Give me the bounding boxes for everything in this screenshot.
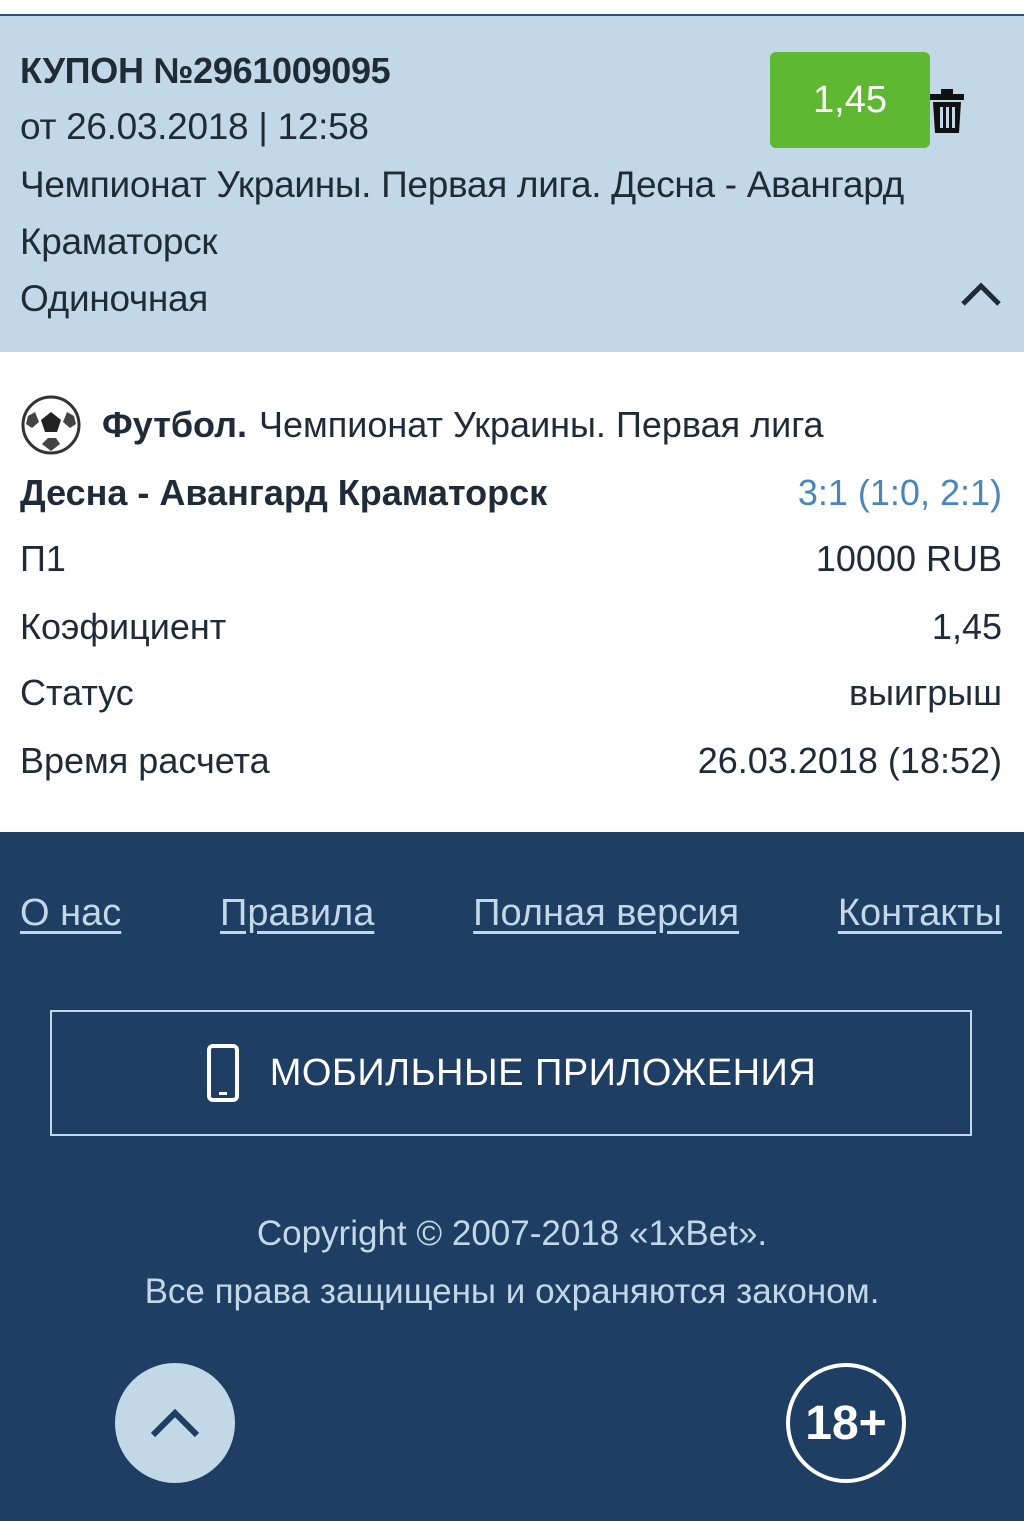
detail-label: Статус — [20, 672, 134, 713]
footer-link-full-version[interactable]: Полная версия — [473, 892, 739, 935]
football-icon — [21, 395, 81, 455]
detail-row-coefficient: Коэфициент 1,45 — [20, 606, 1002, 648]
footer-link-contacts[interactable]: Контакты — [838, 892, 1002, 935]
detail-label: Время расчета — [20, 740, 270, 781]
mobile-apps-button[interactable]: МОБИЛЬНЫЕ ПРИЛОЖЕНИЯ — [50, 1010, 972, 1136]
trash-icon[interactable] — [928, 88, 966, 134]
footer-link-rules[interactable]: Правила — [220, 892, 374, 935]
coefficient-badge: 1,45 — [770, 52, 930, 148]
coupon-event-line1: Чемпионат Украины. Первая лига. Десна - … — [20, 164, 904, 205]
chevron-up-icon — [150, 1408, 200, 1438]
scroll-top-button[interactable] — [115, 1363, 235, 1483]
footer-links: О нас Правила Полная версия Контакты — [20, 892, 1002, 935]
copyright-line2: Все права защищены и охраняются законом. — [144, 1272, 880, 1311]
detail-value: 1,45 — [931, 606, 1002, 647]
match-name: Десна - Авангард Краматорск — [20, 472, 548, 513]
coupon-header[interactable]: КУПОН №2961009095 от 26.03.2018 | 12:58 … — [0, 14, 1024, 352]
detail-row-stake: П1 10000 RUB — [20, 538, 1002, 580]
coupon-event-line2: Краматорск — [20, 221, 218, 262]
detail-value: выигрыш — [848, 672, 1002, 713]
mobile-apps-label: МОБИЛЬНЫЕ ПРИЛОЖЕНИЯ — [269, 1051, 817, 1094]
detail-row-status: Статус выигрыш — [20, 672, 1002, 714]
match-score: 3:1 (1:0, 2:1) — [797, 472, 1002, 513]
copyright-line1: Copyright © 2007-2018 «1xBet». — [256, 1214, 768, 1253]
coupon-type: Одиночная — [20, 278, 209, 319]
detail-value: 26.03.2018 (18:52) — [697, 740, 1002, 781]
sport-row: Футбол. Чемпионат Украины. Первая лига — [20, 394, 1002, 456]
match-row: Десна - Авангард Краматорск 3:1 (1:0, 2:… — [20, 472, 1002, 514]
coupon-title: КУПОН №2961009095 — [20, 50, 391, 91]
chevron-up-icon[interactable] — [958, 276, 1004, 310]
league-name: Чемпионат Украины. Первая лига — [259, 404, 824, 445]
detail-value: 10000 RUB — [815, 538, 1002, 579]
footer-link-about[interactable]: О нас — [20, 892, 121, 935]
detail-label: П1 — [20, 538, 66, 579]
sport-name: Футбол. — [102, 404, 248, 445]
phone-icon — [206, 1044, 239, 1102]
detail-row-settle-time: Время расчета 26.03.2018 (18:52) — [20, 740, 1002, 782]
age-restriction-badge: 18+ — [786, 1363, 906, 1483]
copyright: Copyright © 2007-2018 «1xBet». Все права… — [0, 1205, 1024, 1321]
detail-label: Коэфициент — [20, 606, 227, 647]
bet-details: Футбол. Чемпионат Украины. Первая лига Д… — [0, 352, 1024, 832]
coupon-date: от 26.03.2018 | 12:58 — [20, 106, 369, 147]
